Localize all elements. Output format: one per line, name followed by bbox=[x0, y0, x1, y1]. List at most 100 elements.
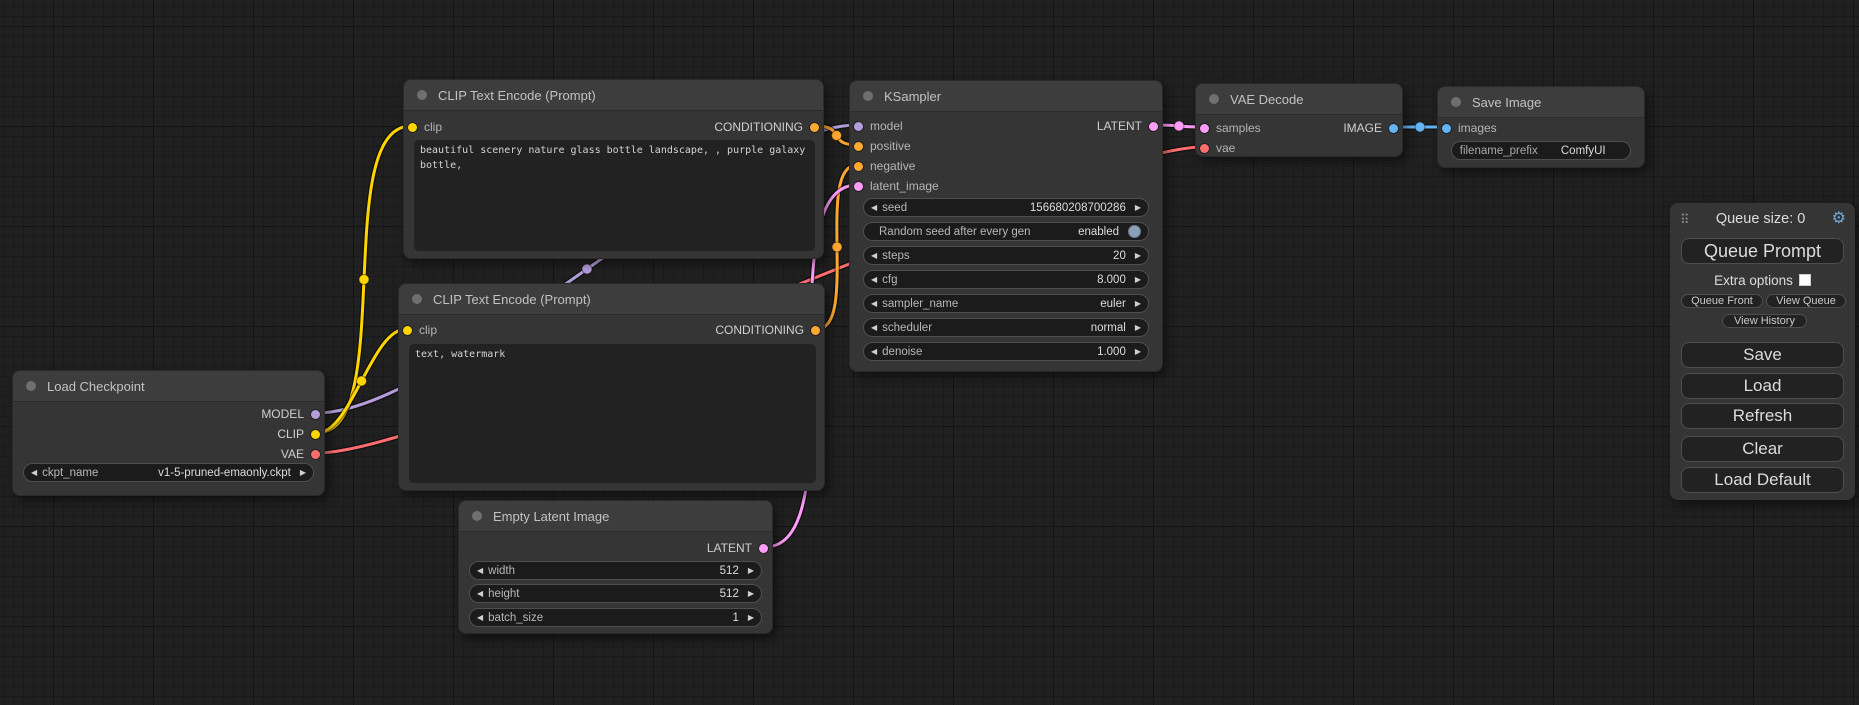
node-title-bar[interactable]: CLIP Text Encode (Prompt) bbox=[404, 80, 823, 111]
node-title-bar[interactable]: Save Image bbox=[1438, 87, 1644, 118]
clip-output-dot[interactable] bbox=[311, 430, 320, 439]
decrement-arrow-icon[interactable]: ◀ bbox=[871, 204, 877, 212]
random-seed-after-every-gen-widget[interactable]: Random seed after every genenabled bbox=[863, 222, 1149, 241]
toggle-icon[interactable] bbox=[1128, 225, 1141, 238]
width-widget[interactable]: ◀width512▶ bbox=[469, 561, 762, 580]
node-save-image[interactable]: Save Imageimages filename_prefixComfyUI bbox=[1437, 86, 1645, 168]
output-slot-latent[interactable]: LATENT bbox=[850, 117, 1162, 135]
link-midpoint-dot[interactable] bbox=[1174, 121, 1184, 131]
increment-arrow-icon[interactable]: ▶ bbox=[1135, 252, 1141, 260]
decrement-arrow-icon[interactable]: ◀ bbox=[477, 590, 483, 598]
node-graph-canvas[interactable]: Load Checkpoint MODEL CLIP VAE◀ckpt_namev1-… bbox=[0, 0, 1859, 705]
node-clip-text-encode-positive[interactable]: CLIP Text Encode (Prompt)clipCONDITIONIN… bbox=[403, 79, 824, 259]
node-vae-decode[interactable]: VAE DecodesamplesvaeIMAGE bbox=[1195, 83, 1403, 157]
ckpt-name-widget[interactable]: ◀ckpt_namev1-5-pruned-emaonly.ckpt▶ bbox=[23, 463, 314, 482]
link-midpoint-dot[interactable] bbox=[359, 275, 369, 285]
height-widget[interactable]: ◀height512▶ bbox=[469, 584, 762, 603]
queue-prompt-button[interactable]: Queue Prompt bbox=[1681, 238, 1844, 264]
node-title-bar[interactable]: VAE Decode bbox=[1196, 84, 1402, 115]
node-title-bar[interactable]: CLIP Text Encode (Prompt) bbox=[399, 284, 824, 315]
vae-input-dot[interactable] bbox=[1200, 144, 1209, 153]
decrement-arrow-icon[interactable]: ◀ bbox=[871, 276, 877, 284]
increment-arrow-icon[interactable]: ▶ bbox=[748, 567, 754, 575]
latent-output-dot[interactable] bbox=[759, 544, 768, 553]
cfg-widget[interactable]: ◀cfg8.000▶ bbox=[863, 270, 1149, 289]
increment-arrow-icon[interactable]: ▶ bbox=[1135, 300, 1141, 308]
model-output-dot[interactable] bbox=[311, 410, 320, 419]
input-slot-images[interactable]: images bbox=[1438, 119, 1644, 137]
gear-icon[interactable]: ⚙ bbox=[1832, 211, 1846, 227]
node-empty-latent-image[interactable]: Empty Latent Image LATENT ◀width512▶ ◀heigh… bbox=[458, 500, 773, 634]
collapse-dot-icon[interactable] bbox=[26, 381, 36, 391]
conditioning-input-dot[interactable] bbox=[854, 162, 863, 171]
input-slot-vae[interactable]: vae bbox=[1196, 139, 1402, 157]
collapse-dot-icon[interactable] bbox=[863, 91, 873, 101]
node-clip-text-encode-negative[interactable]: CLIP Text Encode (Prompt)clipCONDITIONIN… bbox=[398, 283, 825, 491]
collapse-dot-icon[interactable] bbox=[1209, 94, 1219, 104]
image-input-dot[interactable] bbox=[1442, 124, 1451, 133]
decrement-arrow-icon[interactable]: ◀ bbox=[871, 348, 877, 356]
node-title-bar[interactable]: Empty Latent Image bbox=[459, 501, 772, 532]
seed-widget[interactable]: ◀seed156680208700286▶ bbox=[863, 198, 1149, 217]
load-default-button[interactable]: Load Default bbox=[1681, 467, 1844, 493]
increment-arrow-icon[interactable]: ▶ bbox=[300, 469, 306, 477]
output-slot-conditioning[interactable]: CONDITIONING bbox=[399, 321, 824, 339]
steps-widget[interactable]: ◀steps20▶ bbox=[863, 246, 1149, 265]
output-slot-latent[interactable]: LATENT bbox=[459, 539, 772, 557]
clear-button[interactable]: Clear bbox=[1681, 436, 1844, 462]
decrement-arrow-icon[interactable]: ◀ bbox=[31, 469, 37, 477]
output-slot-image[interactable]: IMAGE bbox=[1196, 119, 1402, 137]
refresh-button[interactable]: Refresh bbox=[1681, 403, 1844, 429]
prompt-textarea[interactable]: text, watermark bbox=[409, 344, 816, 483]
queue-front-button[interactable]: Queue Front bbox=[1681, 294, 1763, 308]
input-slot-positive[interactable]: positive bbox=[850, 137, 1162, 155]
decrement-arrow-icon[interactable]: ◀ bbox=[477, 614, 483, 622]
link-midpoint-dot[interactable] bbox=[582, 264, 592, 274]
input-slot-negative[interactable]: negative bbox=[850, 157, 1162, 175]
node-title-bar[interactable]: KSampler bbox=[850, 81, 1162, 112]
output-slot-conditioning[interactable]: CONDITIONING bbox=[404, 118, 823, 136]
decrement-arrow-icon[interactable]: ◀ bbox=[477, 567, 483, 575]
prompt-textarea[interactable]: beautiful scenery nature glass bottle la… bbox=[414, 140, 815, 251]
decrement-arrow-icon[interactable]: ◀ bbox=[871, 300, 877, 308]
link-midpoint-dot[interactable] bbox=[357, 376, 367, 386]
node-title-bar[interactable]: Load Checkpoint bbox=[13, 371, 324, 402]
conditioning-input-dot[interactable] bbox=[854, 142, 863, 151]
sampler-name-widget[interactable]: ◀sampler_nameeuler▶ bbox=[863, 294, 1149, 313]
decrement-arrow-icon[interactable]: ◀ bbox=[871, 324, 877, 332]
link-midpoint-dot[interactable] bbox=[832, 242, 842, 252]
extra-options-checkbox[interactable] bbox=[1799, 274, 1811, 286]
save-button[interactable]: Save bbox=[1681, 342, 1844, 368]
increment-arrow-icon[interactable]: ▶ bbox=[1135, 348, 1141, 356]
increment-arrow-icon[interactable]: ▶ bbox=[748, 614, 754, 622]
node-ksampler[interactable]: KSamplermodelpositivenegativelatent_imag… bbox=[849, 80, 1163, 372]
output-slot-model[interactable]: MODEL bbox=[13, 405, 324, 423]
increment-arrow-icon[interactable]: ▶ bbox=[1135, 324, 1141, 332]
load-button[interactable]: Load bbox=[1681, 373, 1844, 399]
drag-handle-icon[interactable]: ⠿ bbox=[1680, 213, 1690, 226]
collapse-dot-icon[interactable] bbox=[412, 294, 422, 304]
collapse-dot-icon[interactable] bbox=[1451, 97, 1461, 107]
image-output-dot[interactable] bbox=[1389, 124, 1398, 133]
input-slot-latent_image[interactable]: latent_image bbox=[850, 177, 1162, 195]
batch-size-widget[interactable]: ◀batch_size1▶ bbox=[469, 608, 762, 627]
link-midpoint-dot[interactable] bbox=[832, 131, 842, 141]
output-slot-vae[interactable]: VAE bbox=[13, 445, 324, 463]
filename-prefix-widget[interactable]: filename_prefixComfyUI bbox=[1451, 141, 1631, 160]
decrement-arrow-icon[interactable]: ◀ bbox=[871, 252, 877, 260]
latent-input-dot[interactable] bbox=[854, 182, 863, 191]
view-history-button[interactable]: View History bbox=[1722, 314, 1807, 328]
vae-output-dot[interactable] bbox=[311, 450, 320, 459]
conditioning-output-dot[interactable] bbox=[811, 326, 820, 335]
increment-arrow-icon[interactable]: ▶ bbox=[748, 590, 754, 598]
denoise-widget[interactable]: ◀denoise1.000▶ bbox=[863, 342, 1149, 361]
collapse-dot-icon[interactable] bbox=[472, 511, 482, 521]
scheduler-widget[interactable]: ◀schedulernormal▶ bbox=[863, 318, 1149, 337]
output-slot-clip[interactable]: CLIP bbox=[13, 425, 324, 443]
increment-arrow-icon[interactable]: ▶ bbox=[1135, 204, 1141, 212]
link-midpoint-dot[interactable] bbox=[1415, 122, 1425, 132]
collapse-dot-icon[interactable] bbox=[417, 90, 427, 100]
view-queue-button[interactable]: View Queue bbox=[1766, 294, 1846, 308]
conditioning-output-dot[interactable] bbox=[810, 123, 819, 132]
increment-arrow-icon[interactable]: ▶ bbox=[1135, 276, 1141, 284]
